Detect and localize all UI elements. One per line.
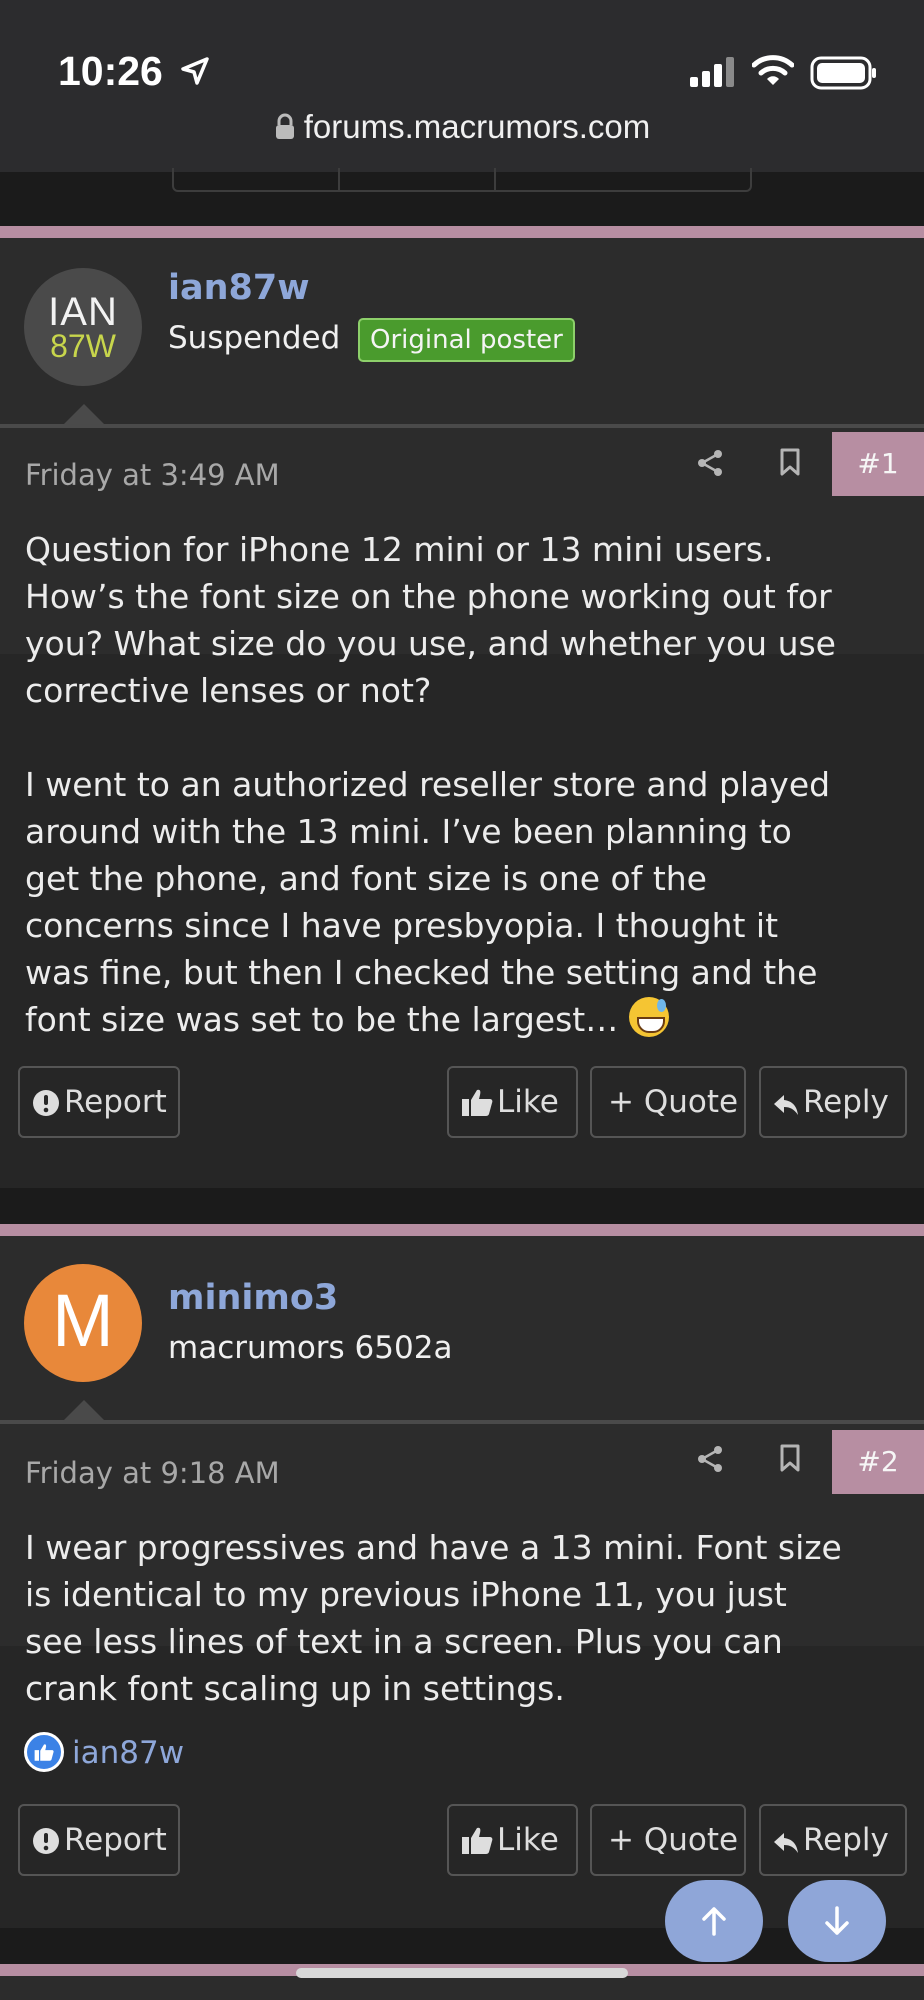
location-arrow-icon bbox=[181, 57, 209, 85]
clock: 10:26 bbox=[58, 48, 163, 94]
status-bar: 10:26 forums.macrumors.com bbox=[0, 0, 924, 172]
alert-circle-icon bbox=[33, 1090, 59, 1116]
reaction-summary[interactable]: ian87w bbox=[24, 1732, 184, 1772]
avatar[interactable]: IAN 87W bbox=[24, 268, 142, 386]
original-poster-badge: Original poster bbox=[358, 318, 575, 362]
grinning-sweat-emoji bbox=[628, 997, 669, 1037]
like-button[interactable]: Like bbox=[447, 1804, 578, 1876]
bookmark-icon[interactable] bbox=[778, 448, 802, 476]
post-gap bbox=[0, 1188, 924, 1224]
post-number[interactable]: #2 bbox=[832, 1430, 924, 1494]
user-title: macrumors 6502a bbox=[168, 1330, 453, 1366]
avatar[interactable]: M bbox=[24, 1264, 142, 1382]
username[interactable]: ian87w bbox=[168, 268, 310, 308]
post-body: I wear progressives and have a 13 mini. … bbox=[25, 1528, 842, 1708]
post-divider bbox=[0, 226, 924, 238]
address-bar[interactable]: forums.macrumors.com bbox=[0, 108, 924, 146]
wifi-icon bbox=[752, 55, 794, 85]
battery-icon bbox=[810, 56, 876, 90]
post-divider bbox=[0, 1224, 924, 1236]
alert-circle-icon bbox=[33, 1828, 59, 1854]
quote-button[interactable]: + Quote bbox=[590, 1804, 746, 1876]
share-icon[interactable] bbox=[696, 448, 726, 478]
url-text: forums.macrumors.com bbox=[303, 108, 651, 145]
post-body: Question for iPhone 12 mini or 13 mini u… bbox=[25, 526, 905, 1043]
separator bbox=[0, 424, 924, 428]
post-number[interactable]: #1 bbox=[832, 432, 924, 496]
reply-button[interactable]: Reply bbox=[759, 1066, 907, 1138]
bookmark-icon[interactable] bbox=[778, 1444, 802, 1472]
separator-arrow bbox=[62, 404, 106, 426]
post-2: M minimo3 macrumors 6502a Friday at 9:18… bbox=[0, 1224, 924, 1928]
scroll-top-button[interactable] bbox=[665, 1880, 763, 1962]
reply-button[interactable]: Reply bbox=[759, 1804, 907, 1876]
cellular-signal-icon bbox=[690, 57, 734, 87]
user-title: Suspended bbox=[168, 320, 341, 356]
post-date[interactable]: Friday at 9:18 AM bbox=[25, 1456, 280, 1490]
separator-arrow bbox=[62, 1400, 106, 1422]
paragraph: Question for iPhone 12 mini or 13 mini u… bbox=[25, 530, 836, 710]
report-button[interactable]: Report bbox=[18, 1804, 180, 1876]
reply-arrow-icon bbox=[774, 1095, 798, 1115]
reaction-user[interactable]: ian87w bbox=[72, 1735, 184, 1771]
like-button[interactable]: Like bbox=[447, 1066, 578, 1138]
scroll-bottom-button[interactable] bbox=[788, 1880, 886, 1962]
next-post-stub bbox=[0, 1976, 924, 2000]
like-reaction-icon bbox=[24, 1732, 64, 1772]
reply-arrow-icon bbox=[774, 1833, 798, 1853]
page-nav-box[interactable] bbox=[172, 168, 752, 192]
arrow-down-icon bbox=[825, 1906, 849, 1935]
arrow-up-icon bbox=[702, 1907, 726, 1936]
quote-button[interactable]: + Quote bbox=[590, 1066, 746, 1138]
post-date[interactable]: Friday at 3:49 AM bbox=[25, 458, 280, 492]
paragraph: I went to an authorized reseller store a… bbox=[25, 765, 831, 1039]
separator bbox=[0, 1420, 924, 1424]
share-icon[interactable] bbox=[696, 1444, 726, 1474]
page-nav-remnant bbox=[0, 168, 924, 226]
post-1: IAN 87W ian87w Suspended Original poster… bbox=[0, 226, 924, 1188]
lock-icon bbox=[275, 113, 294, 139]
thumbs-up-icon bbox=[462, 1089, 493, 1116]
home-indicator[interactable] bbox=[296, 1968, 628, 1978]
thumbs-up-icon bbox=[462, 1827, 493, 1854]
post-gap bbox=[0, 1928, 924, 1964]
username[interactable]: minimo3 bbox=[168, 1278, 338, 1318]
report-button[interactable]: Report bbox=[18, 1066, 180, 1138]
